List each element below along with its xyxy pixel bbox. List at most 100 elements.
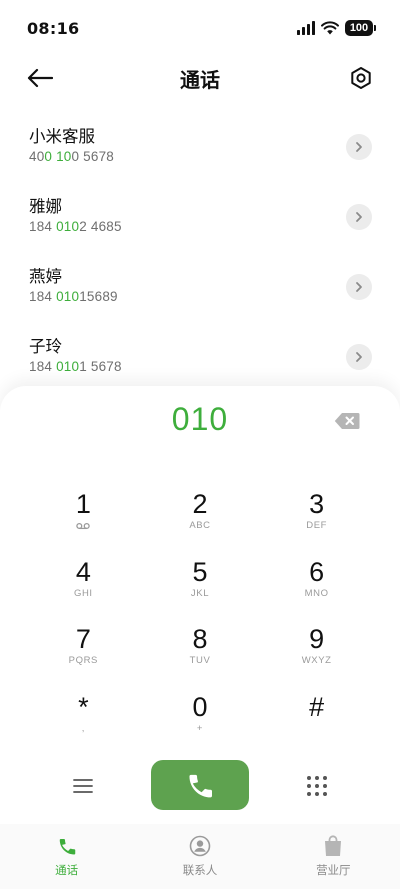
contact-number: 184 0101 5678 [29, 357, 400, 377]
key-digit: 3 [309, 489, 325, 519]
contact-detail-button[interactable] [346, 134, 372, 160]
contact-row[interactable]: 燕婷 184 01015689 [0, 252, 400, 322]
key-0[interactable]: 0 + [142, 689, 259, 757]
key-digit: 9 [309, 624, 325, 654]
key-digit: 2 [192, 489, 208, 519]
nav-label: 通话 [55, 863, 79, 877]
number-part: 0 5678 [71, 149, 114, 164]
number-match: 010 [56, 289, 80, 304]
contact-icon [189, 835, 211, 857]
keypad-toggle-button[interactable] [304, 773, 330, 799]
call-button[interactable] [151, 760, 249, 810]
number-match: 0 10 [44, 149, 72, 164]
key-4[interactable]: 4 GHI [25, 554, 142, 622]
contact-detail-button[interactable] [346, 344, 372, 370]
settings-button[interactable] [348, 65, 374, 91]
key-6[interactable]: 6 MNO [258, 554, 375, 622]
contact-detail-button[interactable] [346, 204, 372, 230]
battery-indicator: 100 [345, 20, 373, 36]
contact-row[interactable]: 子玲 184 0101 5678 [0, 322, 400, 392]
contact-number: 184 01015689 [29, 287, 400, 307]
chevron-right-icon [356, 142, 362, 152]
header: 通话 [0, 56, 400, 100]
nav-store[interactable]: 营业厅 [267, 824, 400, 889]
dialpad-icon [307, 776, 327, 796]
number-part: 15689 [79, 289, 118, 304]
contact-number: 400 100 5678 [29, 147, 400, 167]
key-digit: 0 [192, 691, 208, 722]
contact-row[interactable]: 雅娜 184 0102 4685 [0, 182, 400, 252]
key-1[interactable]: 1 [25, 486, 142, 554]
bottom-nav: 通话 联系人 营业厅 [0, 824, 400, 889]
contact-detail-button[interactable] [346, 274, 372, 300]
key-digit: 4 [75, 556, 91, 587]
key-letters: JKL [190, 587, 210, 599]
number-part: 184 [29, 359, 57, 374]
contact-name: 小米客服 [29, 127, 95, 146]
key-letters: TUV [189, 655, 211, 666]
key-letters: WXYZ [301, 655, 332, 666]
key-3[interactable]: 3 DEF [258, 486, 375, 554]
key-letters: MNO [304, 587, 329, 599]
key-letters: , [81, 722, 85, 734]
menu-button[interactable] [70, 773, 96, 799]
dial-panel: 010 1 2 ABC 3 DEF 4 GHI 5 JKL 6 MNO 7 PQ… [0, 386, 400, 889]
number-part: 2 4685 [79, 219, 122, 234]
number-match: 010 [56, 359, 80, 374]
key-digit: 6 [309, 556, 325, 587]
chevron-right-icon [356, 212, 362, 222]
number-part: 184 [29, 289, 57, 304]
key-letters: DEF [306, 520, 328, 531]
voicemail-icon [76, 522, 91, 530]
nav-label: 联系人 [182, 863, 218, 877]
backspace-button[interactable] [334, 412, 360, 430]
keypad: 1 2 ABC 3 DEF 4 GHI 5 JKL 6 MNO 7 PQRS 8… [25, 486, 375, 756]
phone-icon [59, 839, 75, 855]
contact-list: 小米客服 400 100 5678 雅娜 184 0102 4685 燕婷 18… [0, 112, 400, 392]
status-icons: 100 [297, 20, 376, 36]
number-part: 184 [29, 219, 57, 234]
contact-number: 184 0102 4685 [29, 217, 400, 237]
key-7[interactable]: 7 PQRS [25, 621, 142, 689]
key-9[interactable]: 9 WXYZ [258, 621, 375, 689]
phone-screen: 08:16 100 通话 小米客服 400 100 5678 雅娜 184 01… [0, 0, 400, 889]
chevron-right-icon [356, 352, 362, 362]
nav-calls[interactable]: 通话 [0, 824, 133, 889]
contact-name: 雅娜 [29, 197, 62, 216]
key-letters: PQRS [68, 655, 98, 666]
key-digit: # [309, 691, 325, 722]
battery-cap [374, 25, 376, 31]
key-digit: 8 [192, 624, 208, 654]
nav-contacts[interactable]: 联系人 [133, 824, 266, 889]
number-match: 010 [56, 219, 80, 234]
key-digit: 1 [75, 489, 91, 519]
contact-name: 燕婷 [29, 267, 62, 286]
key-hash[interactable]: # [258, 689, 375, 757]
backspace-icon [334, 413, 360, 429]
key-letters: + [196, 722, 204, 734]
contact-row[interactable]: 小米客服 400 100 5678 [0, 112, 400, 182]
number-part: 40 [29, 149, 45, 164]
key-2[interactable]: 2 ABC [142, 486, 259, 554]
chevron-right-icon [356, 282, 362, 292]
key-5[interactable]: 5 JKL [142, 554, 259, 622]
key-digit: 5 [192, 556, 208, 587]
phone-icon [189, 774, 212, 798]
signal-icon [297, 21, 315, 35]
key-star[interactable]: * , [25, 689, 142, 757]
key-letters: ABC [189, 520, 211, 531]
dialer-actions [0, 760, 400, 812]
nav-label: 营业厅 [316, 863, 351, 877]
page-title: 通话 [180, 68, 220, 92]
key-digit: * [78, 691, 89, 722]
contact-name: 子玲 [29, 337, 62, 356]
wifi-icon [321, 21, 339, 35]
status-time: 08:16 [27, 19, 80, 38]
settings-icon [351, 67, 371, 89]
key-digit: 7 [75, 624, 91, 654]
shopping-bag-icon [325, 835, 342, 856]
key-8[interactable]: 8 TUV [142, 621, 259, 689]
menu-icon [73, 779, 93, 793]
key-letters: GHI [73, 587, 93, 599]
number-part: 1 5678 [79, 359, 122, 374]
